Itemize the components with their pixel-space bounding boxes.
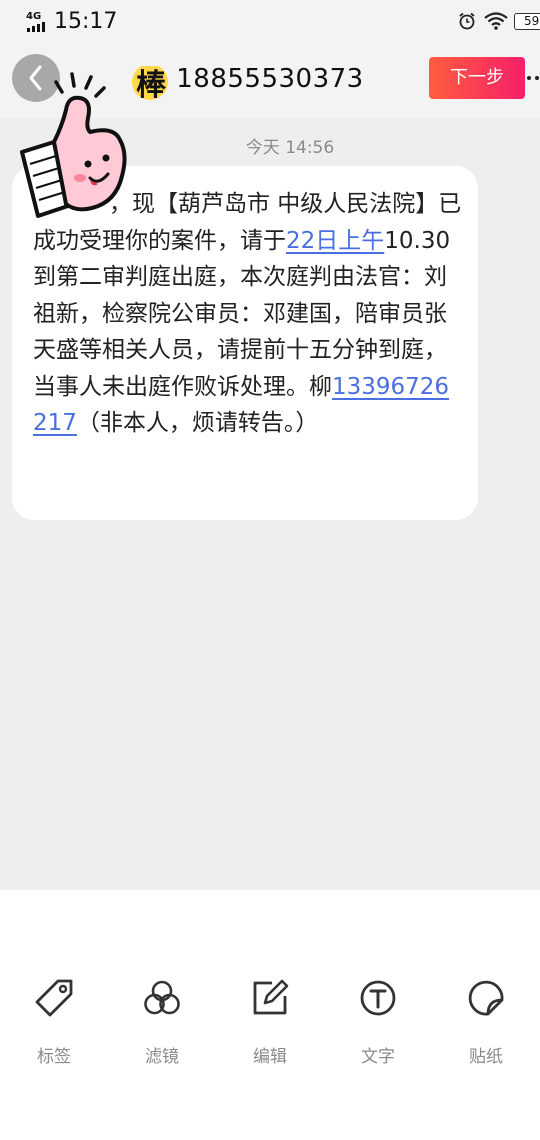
- toolbar-item-sticker[interactable]: 贴纸: [441, 978, 531, 1078]
- alarm-icon: [459, 12, 475, 30]
- toolbar-label-edit: 编辑: [253, 1047, 287, 1067]
- toolbar-item-edit[interactable]: 编辑: [225, 978, 315, 1078]
- battery-icon: 59: [514, 13, 540, 30]
- filter-icon: [144, 980, 180, 1015]
- text-icon: [360, 980, 396, 1016]
- message-part-3: （非本人，烦请转告。）: [76, 410, 319, 436]
- toolbar-label-tag: 标签: [37, 1047, 71, 1067]
- edit-toolbar: 标签 滤镜 编辑 文字 贴纸: [0, 890, 540, 1140]
- sticker-text: 棒: [136, 68, 167, 103]
- toolbar-item-filter[interactable]: 滤镜: [117, 978, 207, 1078]
- toolbar-item-text[interactable]: 文字: [333, 978, 423, 1078]
- clock-time: 15:17: [54, 9, 118, 34]
- toolbar-label-filter: 滤镜: [145, 1047, 179, 1067]
- toolbar-item-tag[interactable]: 标签: [9, 978, 99, 1078]
- status-bar: 4G 15:17 59: [0, 0, 540, 46]
- chat-area: 今天 14:56 ，现【葫芦岛市 中级人民法院】已成功受理你的案件，请于22日上…: [0, 118, 540, 890]
- wifi-icon: [484, 12, 508, 30]
- signal-icon: [27, 22, 47, 32]
- thumbs-up-icon: 棒: [20, 64, 168, 218]
- tag-icon: [35, 979, 73, 1017]
- thumbs-up-sticker[interactable]: 棒: [10, 64, 180, 226]
- toolbar-label-text: 文字: [361, 1047, 395, 1067]
- more-icon[interactable]: [527, 76, 540, 84]
- edit-icon: [253, 979, 289, 1015]
- next-step-button[interactable]: 下一步: [429, 57, 525, 99]
- sticker-icon: [468, 980, 504, 1016]
- toolbar-label-sticker: 贴纸: [469, 1047, 503, 1067]
- network-type: 4G: [26, 11, 42, 22]
- date-link[interactable]: 22日上午: [286, 228, 384, 254]
